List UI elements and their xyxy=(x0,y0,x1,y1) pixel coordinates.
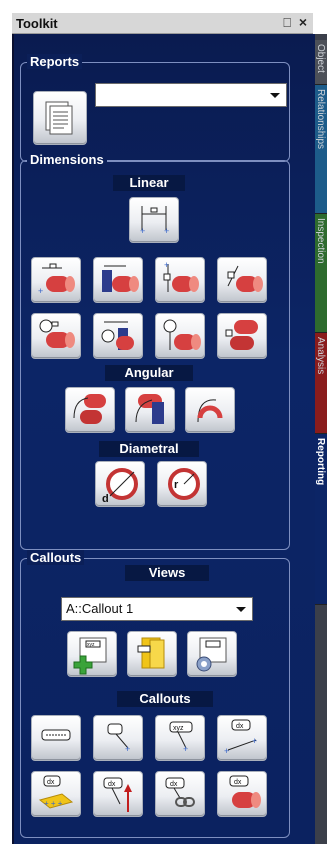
label-callout-icon: dx + + xyxy=(224,719,257,756)
linear-distance-icon xyxy=(39,319,75,348)
dimensions-group: Dimensions Linear + + + + Angular Diamet… xyxy=(20,152,290,550)
cylinder-to-cylinder-button[interactable] xyxy=(217,313,267,359)
point-callout-button[interactable]: + xyxy=(93,715,143,761)
linear-distance-icon xyxy=(101,321,134,350)
pin-icon[interactable]: ⎕ xyxy=(283,15,291,31)
dx-label: dx xyxy=(108,781,116,788)
window-title: Toolkit xyxy=(16,16,58,31)
text-callout-icon xyxy=(41,729,71,741)
callouts-group: Callouts Views A::Callout 1 xyz Callouts… xyxy=(20,550,290,838)
label-callout-icon: dx xyxy=(229,775,261,808)
close-icon[interactable]: × xyxy=(299,14,307,30)
svg-text:+: + xyxy=(224,746,229,756)
diameter-button[interactable]: d xyxy=(95,461,145,507)
views-subheader: Views xyxy=(125,565,209,581)
reports-label: Reports xyxy=(27,54,83,69)
label-callout-icon: dx xyxy=(103,777,132,812)
new-view-icon: xyz xyxy=(73,637,107,675)
angle-icon xyxy=(135,394,164,424)
svg-text:+: + xyxy=(164,226,169,236)
text-callout-button[interactable] xyxy=(31,715,81,761)
angle-plane-cylinder-button[interactable] xyxy=(125,387,175,433)
tab-analysis[interactable]: Analysis xyxy=(313,333,327,434)
diameter-icon: d xyxy=(102,468,138,505)
dx-label: dx xyxy=(47,779,55,786)
svg-text:+ + +: + + + xyxy=(44,799,63,808)
angle-cylinders-button[interactable] xyxy=(65,387,115,433)
linear-distance-icon: + + xyxy=(140,206,169,236)
xyz-label: xyz xyxy=(87,642,95,648)
tab-inspection[interactable]: Inspection xyxy=(313,214,327,333)
view-properties-icon xyxy=(196,637,227,672)
report-template-select[interactable] xyxy=(95,83,287,107)
tab-object[interactable]: Object xyxy=(313,40,327,85)
dimensions-label: Dimensions xyxy=(27,152,107,167)
radius-button[interactable]: r xyxy=(157,461,207,507)
plane-to-cylinder-button[interactable] xyxy=(93,257,143,303)
view-properties-button[interactable] xyxy=(187,631,237,677)
views-select[interactable]: A::Callout 1 xyxy=(61,597,253,621)
dx-link-callout-button[interactable]: dx xyxy=(155,771,205,817)
dx-cylinder-callout-button[interactable]: dx xyxy=(217,771,267,817)
tab-relationships[interactable]: Relationships xyxy=(313,85,327,214)
svg-text:+: + xyxy=(252,736,257,746)
radius-icon: r xyxy=(168,468,200,500)
label-callout-icon: + xyxy=(107,723,130,754)
linear-distance-icon xyxy=(227,265,263,292)
svg-text:+: + xyxy=(125,744,130,754)
linear-distance-icon xyxy=(225,320,258,350)
angle-icon xyxy=(197,399,223,423)
svg-text:+: + xyxy=(140,226,145,236)
circle-vertical-button[interactable] xyxy=(155,313,205,359)
diametral-subheader: Diametral xyxy=(99,441,199,457)
report-button[interactable] xyxy=(33,91,87,145)
xyz-label: xyz xyxy=(173,725,184,732)
dx-vector-callout-button[interactable]: dx xyxy=(93,771,143,817)
angular-subheader: Angular xyxy=(105,365,193,381)
svg-text:+: + xyxy=(164,260,169,270)
vertical-distance-button[interactable]: + xyxy=(155,257,205,303)
view-door-button[interactable] xyxy=(127,631,177,677)
point-to-cylinder-button[interactable]: + xyxy=(31,257,81,303)
circle-to-plane-button[interactable] xyxy=(93,313,143,359)
report-icon xyxy=(45,101,73,135)
linear-distance-icon: + xyxy=(163,260,199,292)
callouts-label: Callouts xyxy=(27,550,85,565)
chevron-down-icon xyxy=(270,93,280,98)
svg-text:d: d xyxy=(102,493,109,505)
callouts-subheader: Callouts xyxy=(117,691,213,707)
tab-reporting[interactable]: Reporting xyxy=(313,434,327,605)
linear-distance-icon xyxy=(102,265,139,292)
dx-label: dx xyxy=(234,779,242,786)
linear-distance-icon: + xyxy=(38,263,75,296)
linear-subheader: Linear xyxy=(113,175,185,191)
new-view-button[interactable]: xyz xyxy=(67,631,117,677)
label-callout-icon: dx xyxy=(165,777,195,807)
svg-text:+: + xyxy=(38,286,43,296)
linear-distance-button[interactable]: + + xyxy=(129,197,179,243)
views-value: A::Callout 1 xyxy=(66,601,134,616)
xyz-callout-button[interactable]: xyz + xyxy=(155,715,205,761)
toolkit-window: Toolkit ⎕ × Object Relationships Inspect… xyxy=(0,0,327,853)
label-callout-icon: dx + + + xyxy=(38,775,74,809)
toolkit-panel: Reports Dimensions Linear + + + + Angula… xyxy=(12,34,315,844)
dx-grid-callout-button[interactable]: dx + + + xyxy=(31,771,81,817)
angle-arc-button[interactable] xyxy=(185,387,235,433)
dx-label: dx xyxy=(170,781,178,788)
svg-text:+: + xyxy=(183,744,188,754)
linear-distance-icon xyxy=(163,319,201,350)
title-bar: Toolkit ⎕ × xyxy=(12,13,313,34)
chevron-down-icon xyxy=(236,607,246,612)
dx-callout-button[interactable]: dx + + xyxy=(217,715,267,761)
reports-group: Reports xyxy=(20,54,290,162)
offset-distance-button[interactable] xyxy=(217,257,267,303)
label-callout-icon: xyz + xyxy=(169,721,193,754)
dx-label: dx xyxy=(236,723,244,730)
label-callout-icon xyxy=(137,637,165,669)
svg-text:r: r xyxy=(174,479,179,491)
circle-to-cylinder-button[interactable] xyxy=(31,313,81,359)
side-tabs: Object Relationships Inspection Analysis… xyxy=(313,34,327,844)
angle-icon xyxy=(73,394,106,424)
